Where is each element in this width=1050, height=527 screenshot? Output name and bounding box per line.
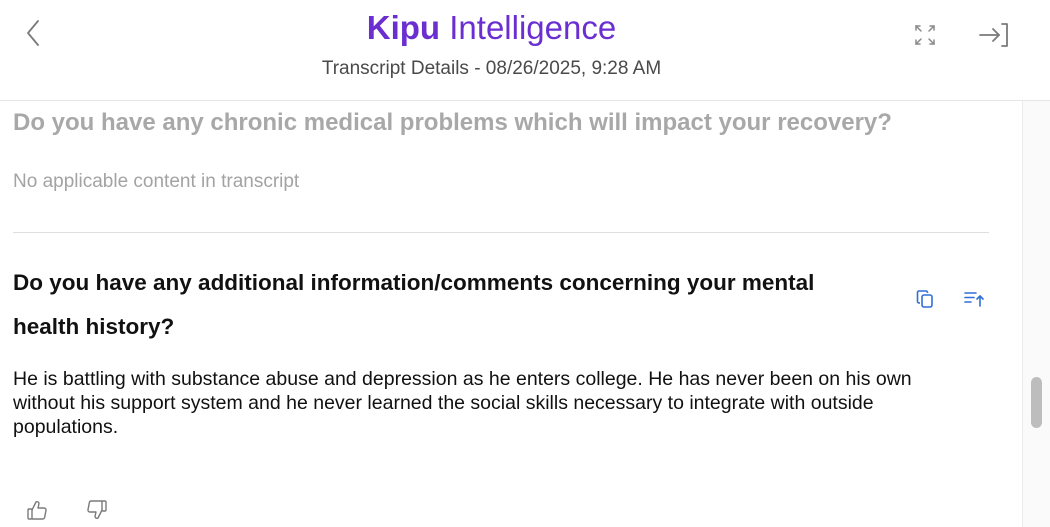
insert-text-button[interactable] (961, 286, 987, 312)
thumbs-down-icon (87, 500, 107, 519)
product-name: Intelligence (440, 9, 617, 46)
like-button[interactable] (25, 498, 49, 522)
copy-icon (916, 290, 933, 308)
section-question: Do you have any chronic medical problems… (13, 109, 892, 136)
expand-button[interactable] (910, 20, 940, 50)
expand-icon (915, 25, 935, 45)
app-title: Kipu Intelligence (0, 8, 983, 48)
transcript-content: Do you have any chronic medical problems… (0, 101, 1022, 527)
exit-panel-icon (979, 23, 1008, 47)
section-answer: No applicable content in transcript (13, 171, 300, 192)
insert-text-icon (964, 292, 984, 307)
transcript-details-panel: Kipu Intelligence Transcript Details - 0… (0, 0, 1050, 527)
thumbs-up-icon (27, 501, 47, 520)
section-question: Do you have any additional information/c… (13, 270, 815, 339)
section-divider (13, 232, 989, 233)
scrollbar-track[interactable] (1022, 101, 1050, 527)
transcript-subtitle: Transcript Details - 08/26/2025, 9:28 AM (321, 58, 662, 79)
dislike-button[interactable] (85, 498, 109, 522)
exit-panel-button[interactable] (974, 18, 1014, 52)
panel-header: Kipu Intelligence Transcript Details - 0… (0, 0, 1050, 101)
section-answer: He is battling with substance abuse and … (13, 368, 912, 438)
brand-name: Kipu (366, 9, 441, 46)
scrollbar-thumb[interactable] (1031, 377, 1042, 428)
copy-button[interactable] (913, 286, 937, 312)
